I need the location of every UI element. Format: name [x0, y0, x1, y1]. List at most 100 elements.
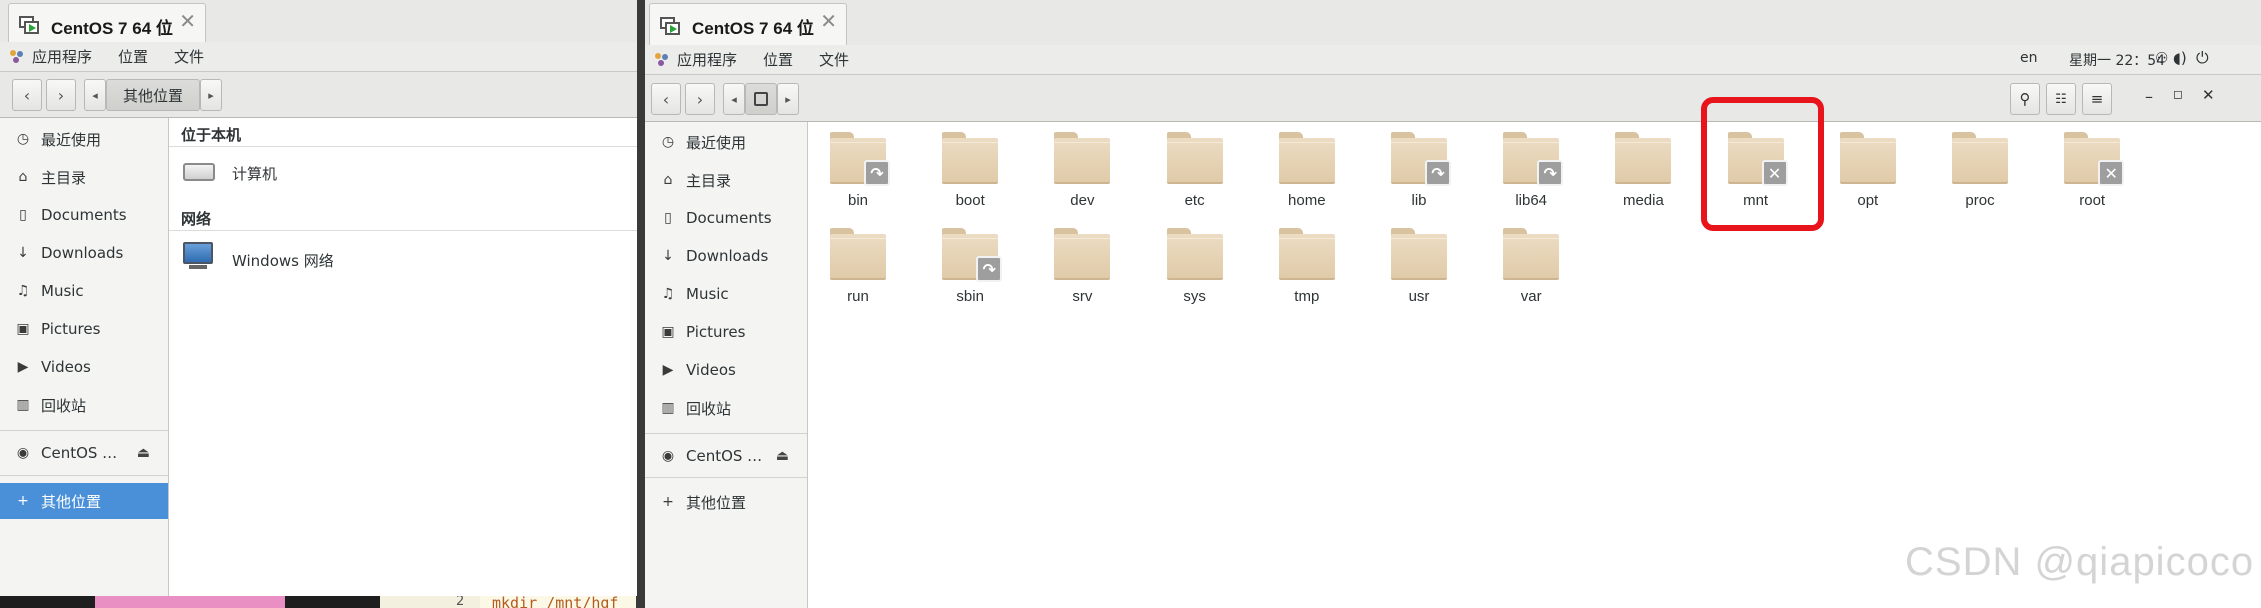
menu-places[interactable]: 位置: [763, 49, 793, 70]
right-tab-strip: CentOS 7 64 位 ✕: [645, 0, 2261, 49]
right-tab-title: CentOS 7 64 位: [692, 19, 814, 38]
sidebar-item-documents[interactable]: ▯ Documents: [0, 198, 168, 232]
minimize-icon[interactable]: –: [2145, 87, 2153, 106]
sidebar-item-centos-device[interactable]: ◉ CentOS … ⏏: [0, 436, 168, 470]
folder-usr[interactable]: usr: [1369, 228, 1469, 318]
terminal-line-number: 2: [456, 594, 465, 608]
sidebar-item-label: 主目录: [41, 168, 87, 187]
menu-applications[interactable]: 应用程序: [32, 46, 92, 67]
language-indicator[interactable]: en: [2020, 50, 2038, 66]
folder-sbin[interactable]: ↷ sbin: [920, 228, 1020, 318]
folder-root[interactable]: ✕ root: [2042, 132, 2142, 222]
document-icon: ▯: [19, 207, 27, 223]
menu-applications[interactable]: 应用程序: [677, 49, 737, 70]
maximize-icon[interactable]: ◻: [2173, 87, 2183, 101]
trash-icon: ▥: [661, 400, 675, 416]
back-button[interactable]: ‹: [651, 83, 681, 115]
folder-var[interactable]: var: [1481, 228, 1581, 318]
sidebar-item-recent[interactable]: ◷ 最近使用: [645, 125, 807, 159]
right-vm-tab[interactable]: CentOS 7 64 位 ✕: [649, 3, 847, 49]
terminal-command-text: mkdir /mnt/hgf: [492, 596, 619, 608]
folder-srv[interactable]: srv: [1032, 228, 1132, 318]
folder-label: run: [847, 288, 869, 305]
menu-button[interactable]: ≡: [2082, 83, 2112, 115]
path-left-arrow-button[interactable]: ◂: [723, 83, 745, 115]
path-other-locations-button[interactable]: 其他位置: [106, 79, 200, 111]
menu-files[interactable]: 文件: [819, 49, 849, 70]
clock[interactable]: 星期一 22：54: [2069, 50, 2165, 70]
power-icon[interactable]: ⏻: [2196, 48, 2209, 68]
forward-button[interactable]: ›: [685, 83, 715, 115]
sidebar-item-documents[interactable]: ▯ Documents: [645, 201, 807, 235]
sidebar-item-other-locations[interactable]: + 其他位置: [0, 483, 168, 519]
search-button[interactable]: ⚲: [2010, 83, 2040, 115]
folder-label: tmp: [1294, 288, 1320, 305]
location-label: 计算机: [232, 165, 278, 183]
sidebar-item-home[interactable]: ⌂ 主目录: [0, 160, 168, 194]
sidebar-item-downloads[interactable]: ↓ Downloads: [0, 236, 168, 270]
left-menubar: 应用程序 位置 文件: [0, 42, 637, 72]
sidebar-item-music[interactable]: ♫ Music: [0, 274, 168, 308]
folder-tmp[interactable]: tmp: [1257, 228, 1357, 318]
menu-files[interactable]: 文件: [174, 46, 204, 67]
folder-boot[interactable]: boot: [920, 132, 1020, 222]
path-right-arrow-button[interactable]: ▸: [777, 83, 799, 115]
folder-lib[interactable]: ↷ lib: [1369, 132, 1469, 222]
sidebar-item-music[interactable]: ♫ Music: [645, 277, 807, 311]
network-icon[interactable]: ⚇: [2155, 49, 2168, 67]
view-toggle-button[interactable]: ☷: [2046, 83, 2076, 115]
sidebar-item-pictures[interactable]: ▣ Pictures: [0, 312, 168, 346]
folder-run[interactable]: run: [808, 228, 908, 318]
folder-icon: ✕: [2064, 132, 2125, 186]
folder-home[interactable]: home: [1257, 132, 1357, 222]
sidebar-item-videos[interactable]: ▶ Videos: [0, 350, 168, 384]
path-right-arrow-button[interactable]: ▸: [200, 79, 222, 111]
sidebar-item-centos-device[interactable]: ◉ CentOS … ⏏: [645, 439, 807, 473]
back-button[interactable]: ‹: [12, 79, 42, 111]
symlink-emblem-icon: ↷: [1425, 160, 1451, 186]
clock-icon: ◷: [16, 131, 30, 147]
folder-opt[interactable]: opt: [1818, 132, 1918, 222]
sidebar-item-other-locations[interactable]: + 其他位置: [645, 485, 807, 519]
folder-icon: [1166, 228, 1223, 280]
symlink-emblem-icon: ↷: [976, 256, 1003, 282]
eject-icon[interactable]: ⏏: [137, 445, 150, 461]
camera-icon: ▣: [661, 324, 675, 340]
eject-icon[interactable]: ⏏: [776, 448, 789, 464]
folder-lib64[interactable]: ↷ lib64: [1481, 132, 1581, 222]
sidebar-item-downloads[interactable]: ↓ Downloads: [645, 239, 807, 273]
close-icon[interactable]: ✕: [820, 11, 837, 31]
close-window-icon[interactable]: ✕: [2202, 86, 2215, 104]
sidebar-item-trash[interactable]: ▥ 回收站: [0, 388, 168, 422]
watermark: CSDN @qiapicoco: [1905, 540, 2255, 584]
sidebar-item-videos[interactable]: ▶ Videos: [645, 353, 807, 387]
close-icon[interactable]: ✕: [179, 11, 196, 31]
folder-grid: ↷ bin boot dev etc home ↷ lib ↷ lib64 media ✕ mnt opt…: [808, 122, 2261, 608]
right-menubar: 应用程序 位置 文件 en 星期一 22：54 ⚇ ◖) ⏻: [645, 45, 2261, 75]
location-row-windows-network[interactable]: Windows 网络: [169, 234, 637, 282]
section-header-network: 网络: [181, 210, 212, 228]
folder-proc[interactable]: proc: [1930, 132, 2030, 222]
folder-label: home: [1288, 192, 1326, 209]
folder-label: dev: [1070, 192, 1095, 209]
folder-etc[interactable]: etc: [1145, 132, 1245, 222]
folder-label: lib64: [1515, 192, 1548, 209]
folder-media[interactable]: media: [1593, 132, 1693, 222]
folder-label: sbin: [956, 288, 984, 305]
folder-dev[interactable]: dev: [1032, 132, 1132, 222]
volume-icon[interactable]: ◖): [2173, 49, 2187, 67]
path-root-button[interactable]: [745, 83, 777, 115]
sidebar-item-home[interactable]: ⌂ 主目录: [645, 163, 807, 197]
menu-places[interactable]: 位置: [118, 46, 148, 67]
forward-button[interactable]: ›: [46, 79, 76, 111]
location-row-computer[interactable]: 计算机: [169, 149, 637, 197]
sidebar-item-recent[interactable]: ◷ 最近使用: [0, 122, 168, 156]
folder-sys[interactable]: sys: [1145, 228, 1245, 318]
video-icon: ▶: [17, 359, 29, 375]
folder-bin[interactable]: ↷ bin: [808, 132, 908, 222]
red-highlight-box: [1701, 97, 1824, 231]
sidebar-item-trash[interactable]: ▥ 回收站: [645, 391, 807, 425]
path-left-arrow-button[interactable]: ◂: [84, 79, 106, 111]
sidebar-item-pictures[interactable]: ▣ Pictures: [645, 315, 807, 349]
folder-label: root: [2079, 192, 2106, 209]
